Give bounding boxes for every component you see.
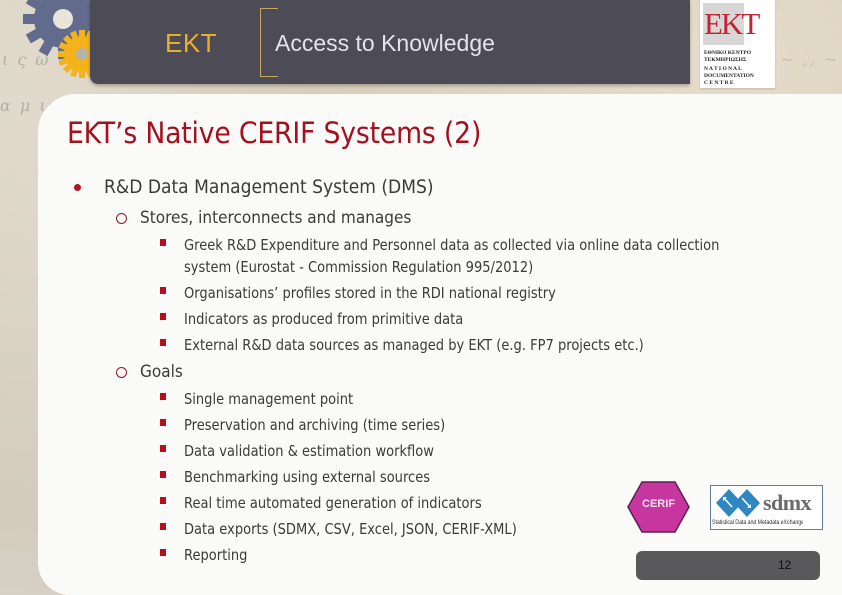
square-bullet-icon bbox=[160, 445, 166, 452]
circle-bullet-icon bbox=[116, 367, 127, 378]
header-org-name: EKT bbox=[165, 28, 218, 58]
square-bullet-icon bbox=[160, 393, 166, 400]
slide-title: EKT’s Native CERIF Systems (2) bbox=[67, 116, 482, 150]
page-number: 12 bbox=[778, 558, 792, 572]
square-bullet-icon bbox=[160, 239, 166, 246]
list-item: Real time automated generation of indica… bbox=[184, 494, 482, 512]
list-item: Greek R&D Expenditure and Personnel data… bbox=[184, 236, 720, 254]
square-bullet-icon bbox=[160, 339, 166, 346]
list-item: External R&D data sources as managed by … bbox=[184, 336, 644, 354]
bullet-dot-icon bbox=[74, 184, 81, 191]
logo-line: C E N T R E bbox=[704, 80, 734, 86]
cerif-logo-label: CERIF bbox=[642, 498, 675, 510]
logo-mark-text: EKT bbox=[704, 6, 760, 41]
section-heading: Goals bbox=[140, 362, 183, 382]
square-bullet-icon bbox=[160, 523, 166, 530]
square-bullet-icon bbox=[160, 313, 166, 320]
ekt-logo: EKT ΕΘΝΙΚΟ ΚΕΝΤΡΟ ΤΕΚΜΗΡΙΩΣΗΣ N A T I O … bbox=[700, 0, 775, 88]
sdmx-logo: sdmx Statistical Data and Metadata eXcha… bbox=[710, 485, 823, 530]
square-bullet-icon bbox=[160, 471, 166, 478]
logo-line: DOCUMENTATION bbox=[704, 73, 754, 79]
square-bullet-icon bbox=[160, 419, 166, 426]
section-heading: Stores, interconnects and manages bbox=[140, 208, 412, 228]
list-item: Reporting bbox=[184, 546, 248, 564]
list-item: Preservation and archiving (time series) bbox=[184, 416, 446, 434]
logo-line: ΤΕΚΜΗΡΙΩΣΗΣ bbox=[704, 57, 747, 63]
list-item-continuation: system (Eurostat - Commission Regulation… bbox=[184, 258, 534, 276]
sdmx-wordmark: sdmx bbox=[763, 490, 812, 515]
list-item: Single management point bbox=[184, 390, 354, 408]
main-bullet-text: R&D Data Management System (DMS) bbox=[104, 176, 434, 198]
square-bullet-icon bbox=[160, 287, 166, 294]
logo-line: N A T I O N A L bbox=[704, 66, 742, 72]
footer-bar bbox=[636, 551, 820, 580]
list-item: Organisations’ profiles stored in the RD… bbox=[184, 284, 556, 302]
sdmx-subtitle: Statistical Data and Metadata eXchange bbox=[712, 519, 804, 526]
header-band: EKT Access to Knowledge bbox=[90, 0, 690, 84]
list-item: Benchmarking using external sources bbox=[184, 468, 431, 486]
square-bullet-icon bbox=[160, 549, 166, 556]
logo-line: ΕΘΝΙΚΟ ΚΕΝΤΡΟ bbox=[704, 50, 751, 56]
background-scribble: ~ ,, ~ bbox=[780, 50, 840, 69]
square-bullet-icon bbox=[160, 497, 166, 504]
circle-bullet-icon bbox=[116, 213, 127, 224]
list-item: Data validation & estimation workflow bbox=[184, 442, 434, 460]
list-item: Indicators as produced from primitive da… bbox=[184, 310, 464, 328]
list-item: Data exports (SDMX, CSV, Excel, JSON, CE… bbox=[184, 520, 517, 538]
header-tagline: Access to Knowledge bbox=[275, 30, 495, 56]
sdmx-diamonds-icon bbox=[716, 489, 760, 517]
